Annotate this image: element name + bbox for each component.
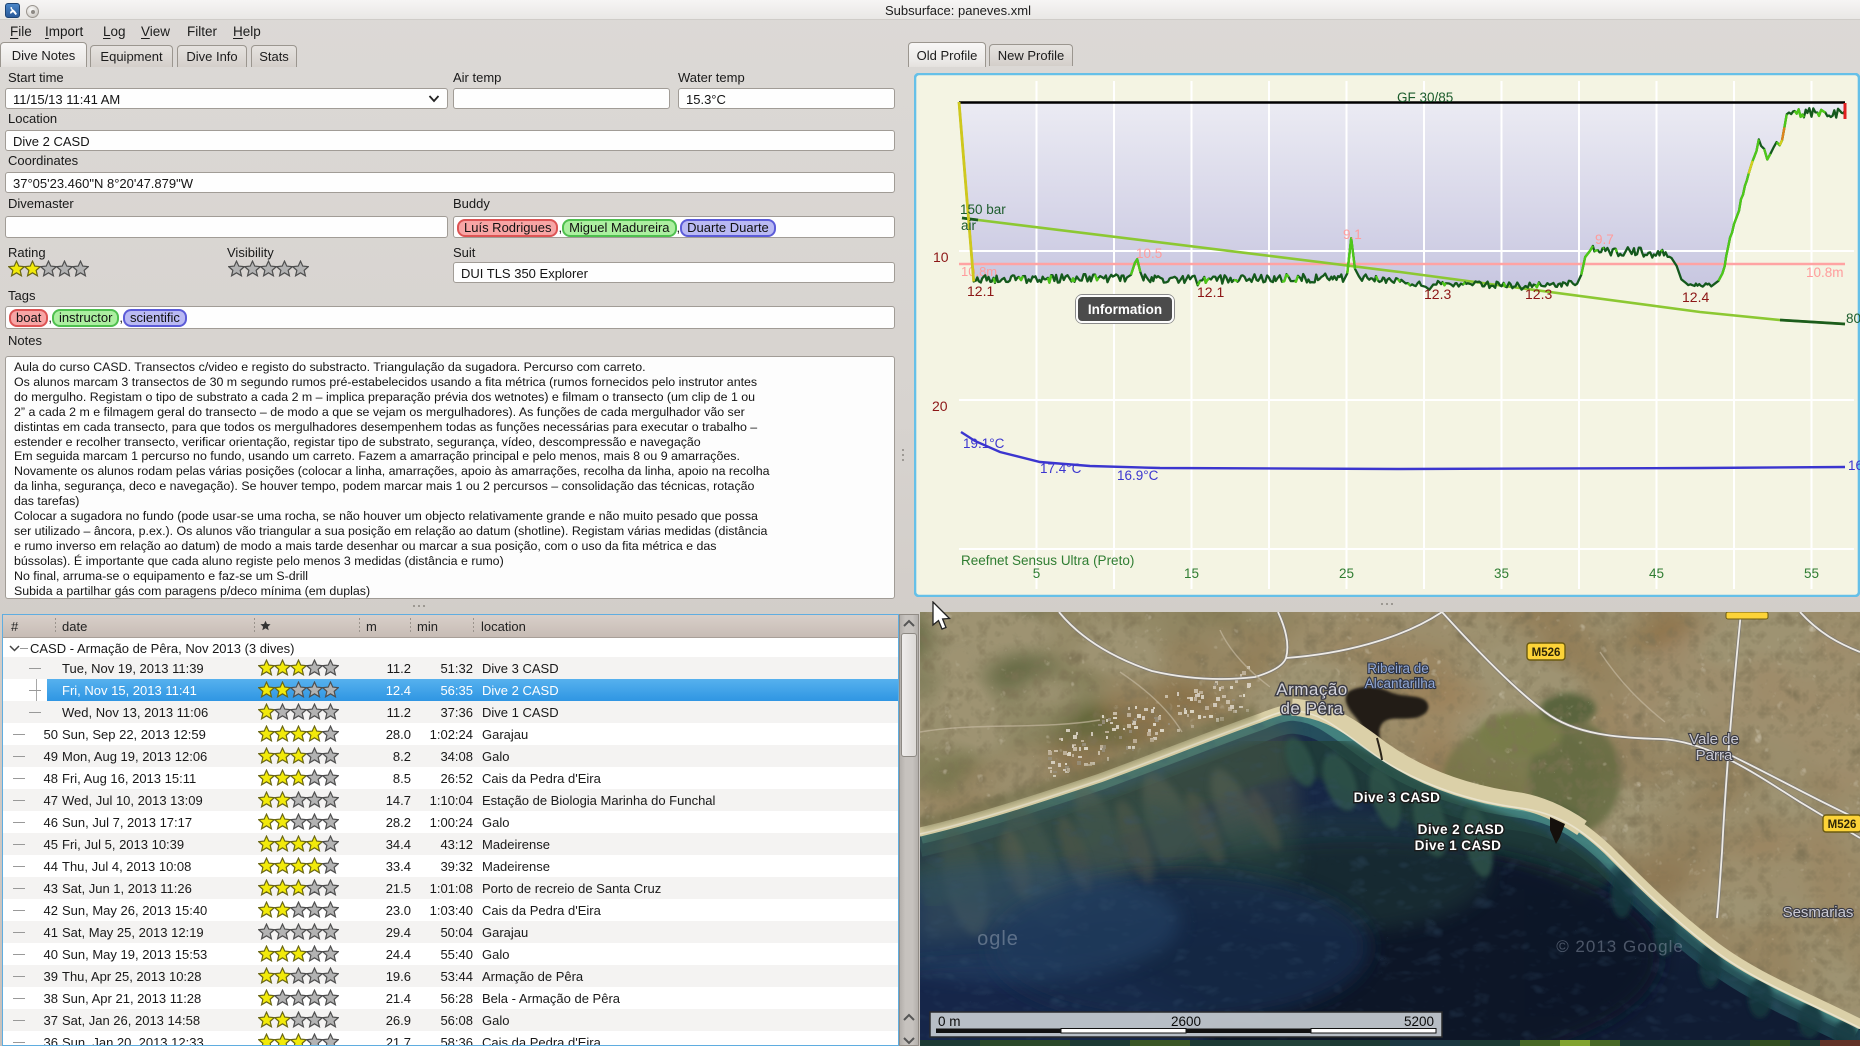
svg-text:10: 10 (933, 249, 949, 265)
svg-text:air: air (961, 218, 977, 233)
svg-text:M526: M526 (1828, 819, 1857, 831)
svg-text:Parra: Parra (1696, 747, 1733, 764)
svg-text:25: 25 (1339, 566, 1354, 581)
svg-text:9.7: 9.7 (1595, 232, 1614, 247)
svg-text:9.1: 9.1 (1343, 227, 1362, 242)
svg-text:12.3: 12.3 (1525, 286, 1552, 302)
svg-text:10.5: 10.5 (1136, 246, 1162, 261)
svg-text:12.3: 12.3 (1424, 286, 1451, 302)
svg-text:16: 16 (1848, 458, 1860, 473)
svg-text:M526: M526 (1532, 647, 1561, 659)
svg-text:80: 80 (1846, 311, 1860, 326)
svg-text:0 m: 0 m (938, 1014, 961, 1029)
svg-text:Armação: Armação (1276, 680, 1348, 699)
svg-text:GF 30/85: GF 30/85 (1397, 90, 1453, 105)
svg-text:Dive 2 CASD: Dive 2 CASD (1418, 822, 1505, 837)
svg-text:55: 55 (1804, 566, 1819, 581)
svg-text:10.8m: 10.8m (961, 264, 997, 279)
svg-text:Information: Information (1088, 302, 1162, 317)
svg-text:12.4: 12.4 (1682, 289, 1709, 305)
svg-text:20: 20 (932, 398, 948, 414)
svg-text:© 2013 Google: © 2013 Google (1556, 937, 1684, 956)
svg-text:10.8m: 10.8m (1806, 265, 1844, 280)
svg-text:35: 35 (1494, 566, 1509, 581)
svg-text:Reefnet Sensus Ultra (Preto): Reefnet Sensus Ultra (Preto) (961, 553, 1134, 568)
svg-text:Sesmarias: Sesmarias (1783, 904, 1854, 921)
svg-text:Dive 3 CASD: Dive 3 CASD (1354, 790, 1441, 805)
svg-text:2600: 2600 (1171, 1014, 1201, 1029)
svg-text:12.1: 12.1 (967, 283, 994, 299)
svg-text:150 bar: 150 bar (960, 202, 1006, 217)
svg-text:5: 5 (1033, 566, 1041, 581)
svg-text:Ribeira de: Ribeira de (1367, 661, 1429, 676)
svg-text:16.9°C: 16.9°C (1117, 468, 1159, 483)
svg-text:45: 45 (1649, 566, 1664, 581)
svg-text:de Pêra: de Pêra (1280, 699, 1343, 718)
svg-text:Dive 1 CASD: Dive 1 CASD (1415, 838, 1502, 853)
svg-text:15: 15 (1184, 566, 1199, 581)
svg-text:Vale de: Vale de (1689, 731, 1739, 748)
svg-text:12.1: 12.1 (1197, 284, 1224, 300)
svg-text:5200: 5200 (1404, 1014, 1434, 1029)
svg-text:Alcantarilha: Alcantarilha (1365, 676, 1436, 691)
svg-text:ogle: ogle (977, 928, 1019, 950)
